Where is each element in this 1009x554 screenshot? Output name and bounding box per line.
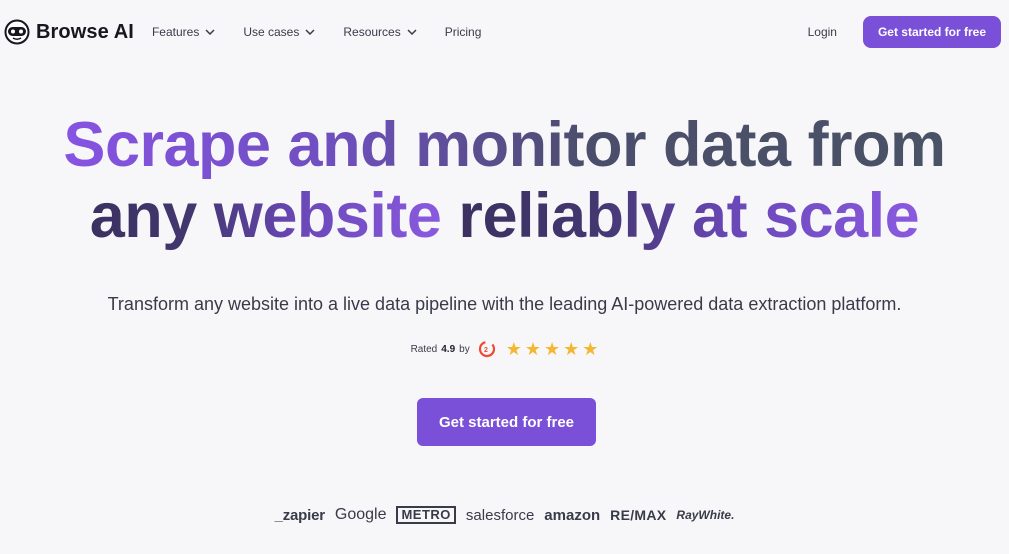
remax-logo: RE/MAX [610, 507, 667, 523]
get-started-nav-button[interactable]: Get started for free [862, 16, 1001, 48]
amazon-logo: amazon [544, 506, 601, 524]
top-navigation: Browse AI Features Use cases Resources P… [0, 0, 1009, 64]
rating-suffix: by [459, 343, 470, 355]
nav-actions: Login Get started for free [808, 16, 1001, 48]
nav-item-use-cases[interactable]: Use cases [243, 25, 315, 39]
nav-item-label: Features [151, 25, 200, 39]
raywhite-logo: RayWhite. [676, 508, 735, 522]
nav-item-label: Use cases [243, 25, 300, 39]
nav-item-resources[interactable]: Resources [343, 25, 417, 39]
svg-text:2: 2 [484, 347, 488, 354]
chevron-down-icon [407, 29, 417, 35]
rating-row: Rated 4.9 by 2 ★ ★ ★ ★ ★ [0, 340, 1009, 358]
chevron-down-icon [305, 29, 315, 35]
google-logo: Google [334, 506, 387, 523]
nav-item-features[interactable]: Features [152, 25, 215, 39]
rating-prefix: Rated [410, 343, 438, 355]
login-link[interactable]: Login [808, 25, 837, 39]
rating-stars: ★ ★ ★ ★ ★ [506, 340, 599, 358]
hero-title-line-1: Scrape and monitor data from [63, 110, 946, 180]
g2-logo-icon: 2 [478, 340, 496, 358]
browse-ai-robot-icon [4, 19, 30, 45]
zapier-logo: _zapier [274, 506, 325, 524]
hero-subtitle: Transform any website into a live data p… [107, 294, 902, 314]
logo-text: Browse AI [36, 20, 134, 43]
nav-item-label: Pricing [444, 25, 482, 39]
metro-logo: METRO [396, 506, 456, 524]
rating-value: 4.9 [441, 343, 456, 355]
hero-title: Scrape and monitor data from any website… [0, 110, 1009, 252]
salesforce-logo: salesforce [465, 506, 535, 524]
logo[interactable]: Browse AI [4, 19, 134, 45]
star-icon: ★ [563, 339, 580, 359]
star-icon: ★ [505, 339, 522, 359]
star-icon: ★ [582, 339, 599, 359]
hero-title-line-2b: reliably at scale [458, 181, 920, 251]
star-icon: ★ [524, 339, 541, 359]
nav-item-label: Resources [343, 25, 401, 39]
nav-menu: Features Use cases Resources Pricing [152, 25, 481, 39]
hero-title-line-2a: any website [89, 181, 442, 251]
nav-item-pricing[interactable]: Pricing [445, 25, 482, 39]
get-started-hero-button[interactable]: Get started for free [417, 398, 596, 446]
chevron-down-icon [205, 29, 215, 35]
star-icon: ★ [544, 339, 561, 359]
customer-logos: _zapier Google METRO salesforce amazon R… [0, 506, 1009, 524]
